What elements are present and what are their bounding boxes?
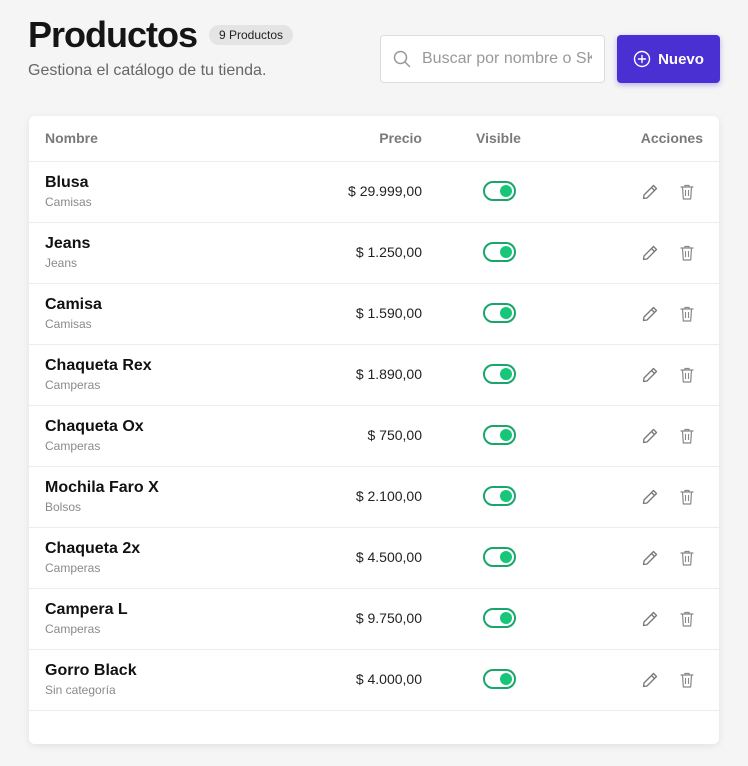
product-name[interactable]: Chaqueta 2x — [45, 540, 140, 558]
page-title: Productos — [28, 14, 198, 55]
visible-toggle[interactable] — [483, 486, 516, 506]
column-header-visible[interactable]: Visible — [476, 130, 521, 146]
pencil-icon[interactable] — [640, 487, 660, 507]
search-input[interactable] — [422, 50, 592, 68]
product-name[interactable]: Campera L — [45, 601, 128, 619]
new-product-button[interactable]: Nuevo — [617, 35, 720, 83]
product-category: Camisas — [45, 317, 92, 331]
product-category: Camisas — [45, 195, 92, 209]
table-row: Jeans Jeans $ 1.250,00 — [29, 223, 719, 284]
product-price: $ 2.100,00 — [355, 488, 422, 504]
product-price: $ 1.590,00 — [355, 305, 422, 321]
product-price: $ 9.750,00 — [355, 610, 422, 626]
pencil-icon[interactable] — [640, 243, 660, 263]
table-row: Mochila Faro X Bolsos $ 2.100,00 — [29, 467, 719, 528]
pencil-icon[interactable] — [640, 670, 660, 690]
table-row: Chaqueta Ox Camperas $ 750,00 — [29, 406, 719, 467]
table-row: Camisa Camisas $ 1.590,00 — [29, 284, 719, 345]
trash-icon[interactable] — [679, 610, 695, 628]
trash-icon[interactable] — [679, 366, 695, 384]
toggle-knob — [500, 673, 512, 685]
product-price: $ 750,00 — [367, 427, 423, 443]
product-name[interactable]: Chaqueta Rex — [45, 357, 152, 375]
product-price: $ 1.890,00 — [355, 366, 422, 382]
product-category: Sin categoría — [45, 683, 116, 697]
product-category: Camperas — [45, 378, 101, 392]
product-price: $ 4.500,00 — [355, 549, 422, 565]
table-row: Gorro Black Sin categoría $ 4.000,00 — [29, 650, 719, 711]
table-row: Blusa Camisas $ 29.999,00 — [29, 162, 719, 223]
visible-toggle[interactable] — [483, 425, 516, 445]
product-name[interactable]: Camisa — [45, 296, 102, 314]
product-category: Jeans — [45, 256, 78, 270]
toggle-knob — [500, 612, 512, 624]
table-row: Chaqueta 2x Camperas $ 4.500,00 — [29, 528, 719, 589]
trash-icon[interactable] — [679, 427, 695, 445]
pencil-icon[interactable] — [640, 548, 660, 568]
pencil-icon[interactable] — [640, 182, 660, 202]
search-icon — [393, 50, 411, 68]
trash-icon[interactable] — [679, 671, 695, 689]
product-category: Camperas — [45, 561, 101, 575]
page-subtitle: Gestiona el catálogo de tu tienda. — [28, 62, 267, 79]
trash-icon[interactable] — [679, 244, 695, 262]
product-price: $ 1.250,00 — [355, 244, 422, 260]
product-name[interactable]: Gorro Black — [45, 662, 137, 680]
trash-icon[interactable] — [679, 549, 695, 567]
product-price: $ 29.999,00 — [348, 183, 422, 199]
pencil-icon[interactable] — [640, 426, 660, 446]
table-row: Chaqueta Rex Camperas $ 1.890,00 — [29, 345, 719, 406]
products-table: Nombre Precio Visible Acciones Blusa Cami… — [29, 116, 719, 744]
visible-toggle[interactable] — [483, 303, 516, 323]
table-header: Nombre Precio Visible Acciones — [29, 116, 719, 162]
pencil-icon[interactable] — [640, 609, 660, 629]
toggle-knob — [500, 307, 512, 319]
plus-circle-icon — [633, 50, 651, 68]
toggle-knob — [500, 185, 512, 197]
toggle-knob — [500, 246, 512, 258]
toggle-knob — [500, 551, 512, 563]
product-category: Bolsos — [45, 500, 82, 514]
pencil-icon[interactable] — [640, 365, 660, 385]
visible-toggle[interactable] — [483, 669, 516, 689]
product-name[interactable]: Mochila Faro X — [45, 479, 159, 497]
pencil-icon[interactable] — [640, 304, 660, 324]
search-box[interactable] — [380, 35, 605, 83]
visible-toggle[interactable] — [483, 242, 516, 262]
visible-toggle[interactable] — [483, 608, 516, 628]
trash-icon[interactable] — [679, 488, 695, 506]
product-name[interactable]: Chaqueta Ox — [45, 418, 144, 436]
product-price: $ 4.000,00 — [355, 671, 422, 687]
product-count-badge: 9 Productos — [209, 25, 294, 45]
table-row: Campera L Camperas $ 9.750,00 — [29, 589, 719, 650]
column-header-precio[interactable]: Precio — [379, 130, 422, 146]
visible-toggle[interactable] — [483, 364, 516, 384]
product-name[interactable]: Jeans — [45, 235, 90, 253]
trash-icon[interactable] — [679, 305, 695, 323]
visible-toggle[interactable] — [483, 547, 516, 567]
toggle-knob — [500, 368, 512, 380]
product-category: Camperas — [45, 439, 101, 453]
column-header-acciones: Acciones — [640, 130, 703, 146]
visible-toggle[interactable] — [483, 181, 516, 201]
product-name[interactable]: Blusa — [45, 174, 89, 192]
product-category: Camperas — [45, 622, 101, 636]
toggle-knob — [500, 490, 512, 502]
trash-icon[interactable] — [679, 183, 695, 201]
column-header-nombre[interactable]: Nombre — [45, 130, 98, 146]
new-button-label: Nuevo — [658, 50, 704, 68]
toggle-knob — [500, 429, 512, 441]
